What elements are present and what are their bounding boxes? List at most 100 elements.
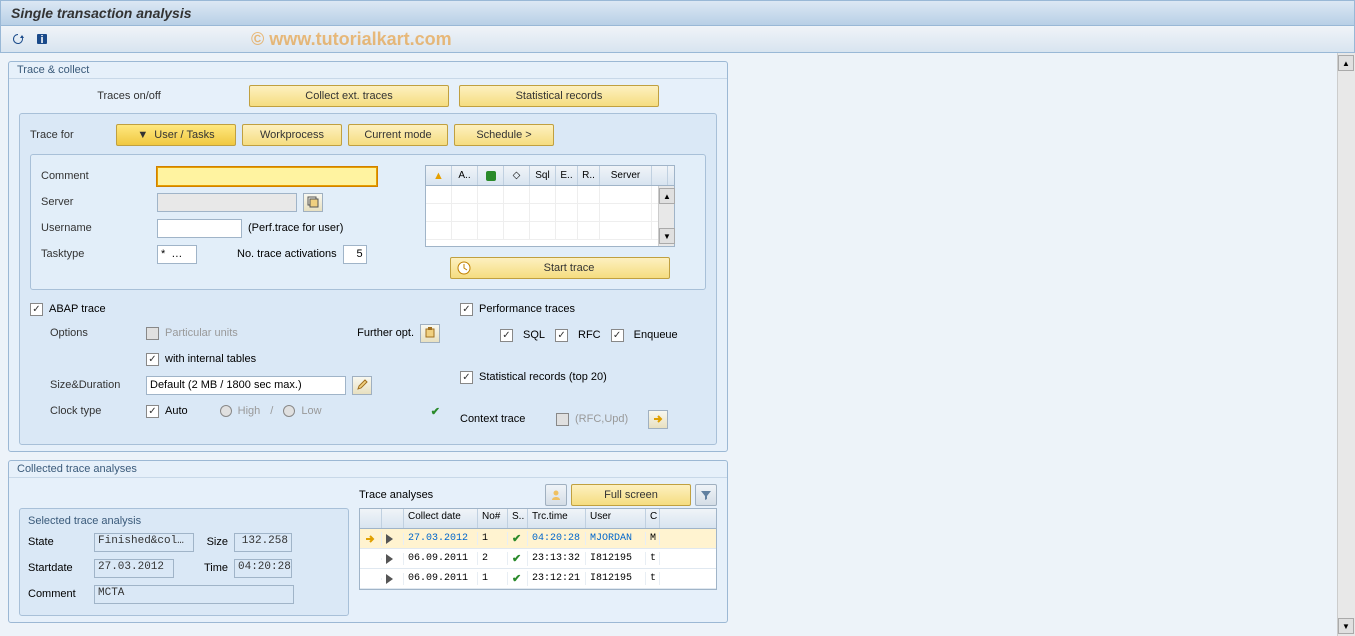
- no-trace-act-label: No. trace activations: [237, 248, 337, 260]
- sql-checkbox[interactable]: [500, 329, 513, 342]
- mini-grid-scrollbar[interactable]: ▲ ▼: [658, 186, 674, 246]
- perf-traces-checkbox[interactable]: [460, 303, 473, 316]
- auto-checkbox[interactable]: [146, 405, 159, 418]
- stat-top20-checkbox[interactable]: [460, 371, 473, 384]
- user-filter-icon[interactable]: [545, 484, 567, 506]
- further-opt-icon[interactable]: [420, 324, 440, 343]
- full-screen-button[interactable]: Full screen: [571, 484, 691, 506]
- state-label: State: [28, 536, 88, 548]
- further-opt-label: Further opt.: [357, 327, 414, 339]
- col-user[interactable]: User: [586, 509, 646, 528]
- col-sql: Sql: [530, 166, 556, 185]
- tasktype-label: Tasktype: [41, 248, 151, 260]
- col-collect-date[interactable]: Collect date: [404, 509, 478, 528]
- start-trace-label: Start trace: [479, 262, 659, 274]
- play-icon[interactable]: [386, 534, 393, 544]
- mini-grid-header: ▲ A.. ◇ Sql E.. R.. Server: [426, 166, 674, 186]
- mini-grid-body: ▲ ▼: [426, 186, 674, 246]
- edit-size-icon[interactable]: [352, 376, 372, 395]
- internal-tables-checkbox[interactable]: [146, 353, 159, 366]
- collect-ext-traces-button[interactable]: Collect ext. traces: [249, 85, 449, 107]
- enqueue-label: Enqueue: [634, 329, 678, 341]
- low-label: Low: [301, 405, 321, 417]
- username-input[interactable]: [157, 219, 242, 238]
- status-ok-icon: ✔: [512, 552, 521, 565]
- statistical-records-button[interactable]: Statistical records: [459, 85, 659, 107]
- selected-trace-box: Selected trace analysis State Finished&c…: [19, 508, 349, 616]
- clock-icon: [457, 261, 471, 275]
- play-icon[interactable]: [386, 554, 393, 564]
- menu-indicator-icon: ▼: [137, 129, 148, 141]
- size-duration-label: Size&Duration: [50, 379, 140, 391]
- username-label: Username: [41, 222, 151, 234]
- schedule-button[interactable]: Schedule >: [454, 124, 554, 146]
- server-search-icon[interactable]: [303, 193, 323, 212]
- col-server: Server: [600, 166, 652, 185]
- enqueue-checkbox[interactable]: [611, 329, 624, 342]
- comment-label: Comment: [41, 170, 151, 182]
- panel-collected-traces: Collected trace analyses Trace analyses …: [8, 460, 728, 623]
- context-trace-label: Context trace: [460, 413, 550, 425]
- svg-text:i: i: [40, 34, 43, 46]
- table-row[interactable]: 27.03.20121✔04:20:28MJORDANM: [360, 529, 716, 549]
- size-label: Size: [200, 536, 228, 548]
- grid-header: Collect date No# S.. Trc.time User C: [360, 509, 716, 529]
- tasktype-input[interactable]: [157, 245, 197, 264]
- ok-check-icon: ✔: [431, 405, 440, 418]
- trace-analyses-label: Trace analyses: [359, 489, 433, 501]
- perf-traces-label: Performance traces: [479, 303, 575, 315]
- col-no[interactable]: No#: [478, 509, 508, 528]
- clock-type-label: Clock type: [50, 405, 140, 417]
- collected-title: Collected trace analyses: [9, 461, 727, 478]
- window-title: Single transaction analysis: [0, 0, 1355, 26]
- user-tasks-label: User / Tasks: [154, 129, 214, 141]
- rfc-checkbox[interactable]: [555, 329, 568, 342]
- size-value: 132.258: [234, 533, 292, 552]
- comment-label2: Comment: [28, 588, 88, 600]
- startdate-label: Startdate: [28, 562, 88, 574]
- scroll-down-icon[interactable]: ▼: [659, 228, 675, 244]
- page-scrollbar[interactable]: ▲ ▼: [1337, 53, 1355, 636]
- scroll-up-icon[interactable]: ▲: [659, 188, 675, 204]
- col-trc-time[interactable]: Trc.time: [528, 509, 586, 528]
- rfc-upd-checkbox: [556, 413, 569, 426]
- table-row[interactable]: 06.09.20112✔23:13:32I812195t: [360, 549, 716, 569]
- trace-grid: Collect date No# S.. Trc.time User C 27.…: [359, 508, 717, 590]
- stat-top20-label: Statistical records (top 20): [479, 371, 607, 383]
- username-hint: (Perf.trace for user): [248, 222, 343, 234]
- size-duration-input[interactable]: [146, 376, 346, 395]
- start-trace-button[interactable]: Start trace: [450, 257, 670, 279]
- info-icon[interactable]: i: [33, 30, 51, 48]
- server-input[interactable]: [157, 193, 297, 212]
- refresh-icon[interactable]: [9, 30, 27, 48]
- watermark: © www.tutorialkart.com: [251, 29, 452, 50]
- app-toolbar: i © www.tutorialkart.com: [0, 26, 1355, 53]
- no-trace-act-input[interactable]: [343, 245, 367, 264]
- col-a: A..: [452, 166, 478, 185]
- play-icon[interactable]: [386, 574, 393, 584]
- comment-input[interactable]: [157, 167, 377, 186]
- internal-tables-label: with internal tables: [165, 353, 256, 365]
- sql-label: SQL: [523, 329, 545, 341]
- table-row[interactable]: 06.09.20111✔23:12:21I812195t: [360, 569, 716, 589]
- context-arrow-icon[interactable]: [648, 410, 668, 429]
- col-c[interactable]: C: [646, 509, 660, 528]
- page-scroll-down-icon[interactable]: ▼: [1338, 618, 1354, 634]
- user-tasks-button[interactable]: ▼ User / Tasks: [116, 124, 236, 146]
- options-label: Options: [50, 327, 140, 339]
- rfc-label: RFC: [578, 329, 601, 341]
- current-mode-button[interactable]: Current mode: [348, 124, 448, 146]
- page-scroll-up-icon[interactable]: ▲: [1338, 55, 1354, 71]
- high-label: High: [238, 405, 261, 417]
- auto-label: Auto: [165, 405, 188, 417]
- workprocess-button[interactable]: Workprocess: [242, 124, 342, 146]
- filter-icon[interactable]: [695, 484, 717, 506]
- time-label: Time: [180, 562, 228, 574]
- col-s[interactable]: S..: [508, 509, 528, 528]
- low-radio: [283, 405, 295, 417]
- abap-trace-checkbox[interactable]: [30, 303, 43, 316]
- status-ok-icon: ✔: [512, 572, 521, 585]
- col-diamond-icon: ◇: [504, 166, 530, 185]
- panel-trace-collect: Trace & collect Traces on/off Collect ex…: [8, 61, 728, 452]
- status-ok-icon: ✔: [512, 532, 521, 545]
